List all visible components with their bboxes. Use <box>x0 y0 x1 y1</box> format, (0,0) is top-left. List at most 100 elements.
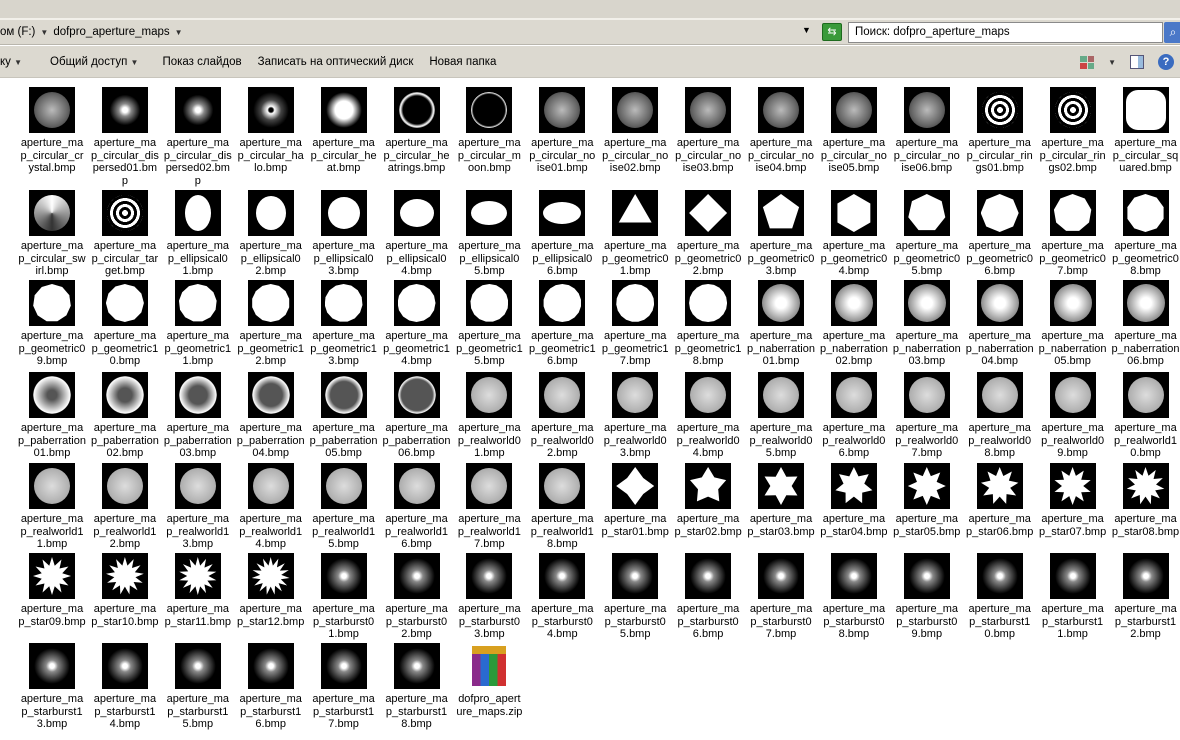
aperture-shape <box>252 92 289 128</box>
burn-disc-button[interactable]: Записать на оптический диск <box>258 56 414 68</box>
file-name: aperture_map_circular_noise01.bmp <box>529 137 596 174</box>
aperture-shape <box>106 92 143 128</box>
file-grid: aperture_map_circular_crystal.bmpapertur… <box>0 78 1180 740</box>
thumbnail-image <box>539 87 586 133</box>
file-name: aperture_map_realworld01.bmp <box>457 422 521 459</box>
search-input[interactable]: Поиск: dofpro_aperture_maps <box>848 22 1163 43</box>
thumbnail-image <box>976 190 1023 236</box>
thumbnail-image <box>320 87 367 133</box>
aperture-shape <box>178 376 217 414</box>
thumbnail-image <box>1049 280 1096 326</box>
thumbnail-image <box>830 553 877 599</box>
file-name: aperture_map_circular_noise02.bmp <box>602 137 669 174</box>
thumbnail-image <box>393 463 440 509</box>
aperture-shape <box>179 557 217 595</box>
refresh-button[interactable]: ⇆ <box>822 23 842 41</box>
thumbnail-image <box>466 553 513 599</box>
file-name: aperture_map_realworld12.bmp <box>93 513 157 550</box>
address-history-dropdown[interactable]: ▼ <box>802 25 811 35</box>
thumbnail-image <box>320 553 367 599</box>
aperture-shape <box>249 645 292 687</box>
breadcrumb-folder[interactable]: dofpro_aperture_maps <box>53 26 169 38</box>
file-name: aperture_map_realworld03.bmp <box>603 422 667 459</box>
help-icon[interactable]: ? <box>1158 54 1174 70</box>
aperture-shape <box>255 196 286 230</box>
file-name: aperture_map_circular_noise03.bmp <box>675 137 742 174</box>
aperture-shape <box>176 645 219 687</box>
view-options-icon[interactable] <box>1080 55 1095 69</box>
aperture-shape <box>397 284 436 322</box>
file-name: aperture_map_realworld09.bmp <box>1041 422 1105 459</box>
file-name: aperture_map_geometric12.bmp <box>237 330 305 367</box>
thumbnail-image <box>539 463 586 509</box>
aperture-shape <box>325 92 362 128</box>
aperture-shape <box>397 376 436 414</box>
file-name: aperture_map_paberration06.bmp <box>382 422 451 459</box>
preview-pane-icon[interactable] <box>1130 55 1144 69</box>
aperture-shape <box>33 284 71 322</box>
aperture-shape <box>472 646 507 686</box>
thumbnail-image <box>685 87 732 133</box>
file-name: dofpro_aperture_maps.zip <box>456 693 523 718</box>
thumbnail-image <box>101 87 148 133</box>
thumbnail-image <box>466 280 513 326</box>
aperture-shape <box>687 555 730 597</box>
chevron-down-icon: ▼ <box>14 57 23 67</box>
thumbnail-image <box>247 87 294 133</box>
file-name: aperture_map_star09.bmp <box>18 603 86 628</box>
thumbnail-image <box>976 280 1023 326</box>
search-icon[interactable]: ⌕ <box>1164 22 1180 43</box>
file-name: aperture_map_circular_crystal.bmp <box>20 137 84 174</box>
thumbnail-image <box>101 280 148 326</box>
aperture-shape <box>905 555 948 597</box>
aperture-shape <box>468 555 511 597</box>
thumbnail-image <box>903 553 950 599</box>
file-name: aperture_map_starburst15.bmp <box>166 693 229 730</box>
file-name: aperture_map_realworld13.bmp <box>166 513 230 550</box>
aperture-shape <box>470 284 509 322</box>
thumbnail-image <box>29 553 75 599</box>
aperture-shape <box>908 194 946 231</box>
aperture-shape <box>1051 555 1094 597</box>
file-name: aperture_map_circular_rings01.bmp <box>966 137 1033 174</box>
file-name: aperture_map_starburst17.bmp <box>312 693 375 730</box>
thumbnail-image <box>903 190 950 236</box>
new-folder-button[interactable]: Новая папка <box>429 56 496 68</box>
thumbnail-image <box>174 463 221 509</box>
thumbnail-image <box>174 190 221 236</box>
file-name: aperture_map_circular_rings02.bmp <box>1039 137 1106 174</box>
command-toolbar: ку ▼ Общий доступ ▼ Показ слайдов Записа… <box>0 46 1180 78</box>
thumbnail-image <box>393 372 440 418</box>
file-name: aperture_map_starburst05.bmp <box>604 603 667 640</box>
slideshow-button[interactable]: Показ слайдов <box>162 56 241 68</box>
thumbnail-image <box>101 190 148 236</box>
thumbnail-image <box>29 643 75 689</box>
winrar-archive-icon <box>466 643 513 689</box>
aperture-shape <box>760 555 802 597</box>
address-bar[interactable]: ом (F:) ▼ dofpro_aperture_maps ▼ <box>0 22 815 42</box>
thumbnail-image <box>393 553 440 599</box>
thumbnail-image <box>685 463 732 509</box>
aperture-shape <box>690 92 727 128</box>
breadcrumb-drive[interactable]: ом (F:) <box>0 26 35 38</box>
share-button[interactable]: Общий доступ ▼ <box>50 56 138 68</box>
organize-button[interactable]: ку ▼ <box>0 56 22 68</box>
aperture-shape <box>1054 92 1091 128</box>
chevron-down-icon[interactable]: ▼ <box>175 28 183 37</box>
chevron-down-icon[interactable]: ▼ <box>40 28 48 37</box>
aperture-shape <box>471 201 508 225</box>
file-name: aperture_map_starburst11.bmp <box>1041 603 1104 640</box>
chevron-down-icon[interactable]: ▼ <box>1108 58 1116 67</box>
aperture-shape <box>690 377 727 413</box>
aperture-shape <box>837 194 871 232</box>
thumbnail-image <box>466 190 513 236</box>
file-name: aperture_map_circular_swirl.bmp <box>18 240 86 277</box>
aperture-shape <box>103 645 146 687</box>
thumbnail-image <box>1122 190 1169 236</box>
aperture-shape <box>251 557 290 595</box>
file-name: aperture_map_starburst04.bmp <box>531 603 594 640</box>
aperture-shape <box>106 195 143 231</box>
file-name: aperture_map_circular_heat.bmp <box>310 137 377 174</box>
file-name: aperture_map_geometric18.bmp <box>674 330 742 367</box>
thumbnail-image <box>830 280 877 326</box>
